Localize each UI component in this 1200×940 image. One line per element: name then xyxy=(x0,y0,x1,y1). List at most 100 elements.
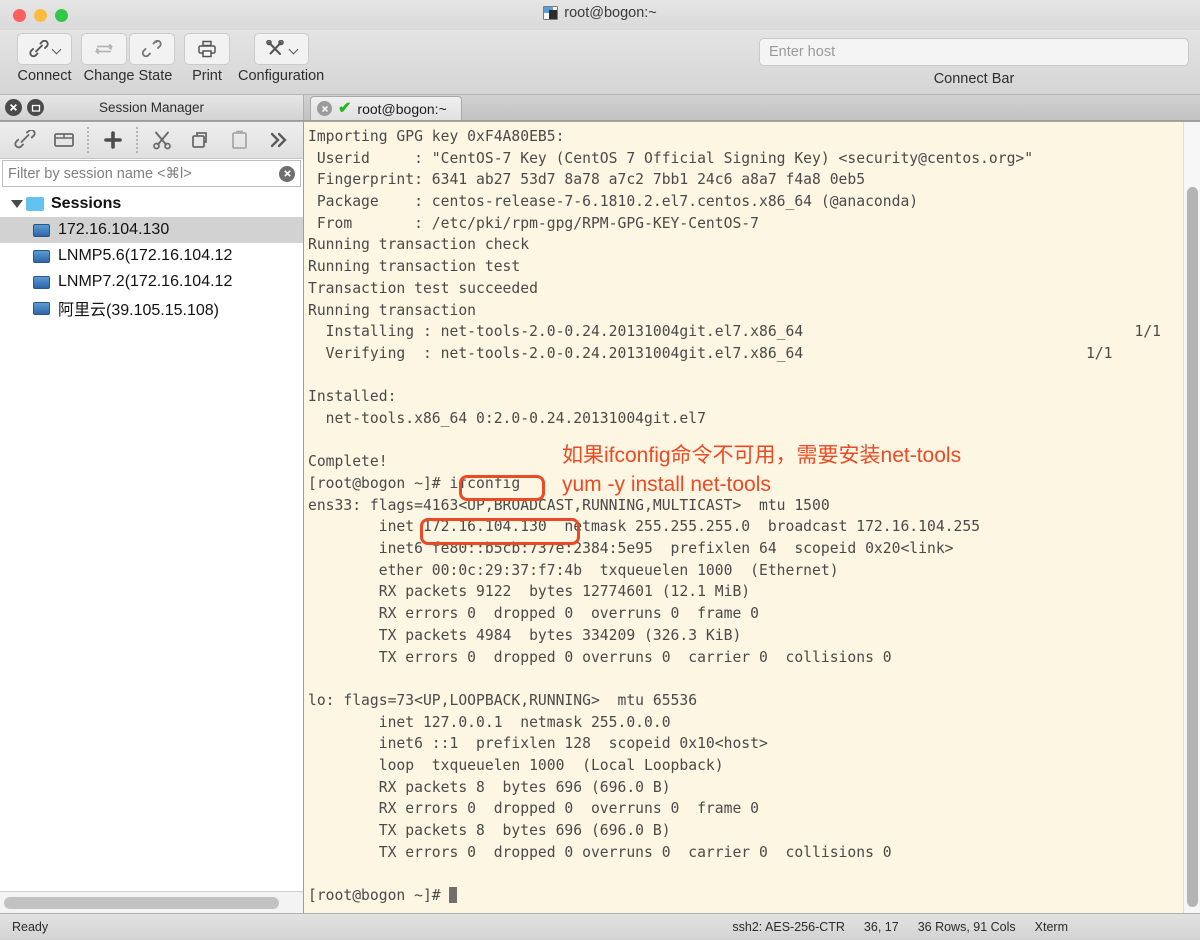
toolbar-connect[interactable]: Connect xyxy=(16,33,73,84)
toolbar-change-state-label: Change State xyxy=(84,68,173,84)
host-input[interactable] xyxy=(759,38,1189,66)
terminal-line xyxy=(308,365,1183,387)
chevron-down-icon[interactable] xyxy=(53,45,61,53)
session-tree: Sessions 172.16.104.130 LNMP5.6(172.16.1… xyxy=(0,189,303,891)
close-panel-icon[interactable] xyxy=(5,99,22,116)
terminal-line: TX packets 4984 bytes 334209 (326.3 KiB) xyxy=(308,625,1183,647)
scrollbar-thumb[interactable] xyxy=(4,897,279,909)
printer-icon xyxy=(196,40,218,58)
terminal-line: ens33: flags=4163<UP,BROADCAST,RUNNING,M… xyxy=(308,495,1183,517)
terminal-line: Installed: xyxy=(308,386,1183,408)
link-icon[interactable] xyxy=(6,125,43,155)
terminal-line: 1/1 Verifying : net-tools-2.0-0.24.20131… xyxy=(308,343,1183,365)
disconnect-button[interactable] xyxy=(129,33,175,65)
connect-button[interactable] xyxy=(17,33,72,65)
terminal-line: TX errors 0 dropped 0 overruns 0 carrier… xyxy=(308,842,1183,864)
tree-root-sessions[interactable]: Sessions xyxy=(0,191,303,217)
status-encryption: ssh2: AES-256-CTR xyxy=(732,920,845,934)
chevron-down-icon[interactable] xyxy=(8,200,26,208)
terminal-line: TX packets 8 bytes 696 (696.0 B) xyxy=(308,820,1183,842)
terminal-line: Importing GPG key 0xF4A80EB5: xyxy=(308,126,1183,148)
terminal-line: From : /etc/pki/rpm-gpg/RPM-GPG-KEY-Cent… xyxy=(308,213,1183,235)
terminal-cursor xyxy=(449,887,457,903)
sidebar-horizontal-scrollbar[interactable] xyxy=(0,891,303,913)
terminal-line-right: 1/1 xyxy=(1086,343,1135,365)
host-icon xyxy=(33,302,50,315)
sidebar-item-lnmp56[interactable]: LNMP5.6(172.16.104.12 xyxy=(0,243,303,269)
folder-icon xyxy=(26,197,44,211)
sidebar-item-172-16-104-130[interactable]: 172.16.104.130 xyxy=(0,217,303,243)
status-ready: Ready xyxy=(12,920,48,934)
terminal-line: Complete! xyxy=(308,451,1183,473)
check-icon: ✔ xyxy=(338,101,351,117)
session-manager-title: Session Manager xyxy=(0,100,303,115)
add-icon[interactable] xyxy=(94,125,131,155)
new-folder-icon[interactable] xyxy=(45,125,82,155)
close-icon[interactable] xyxy=(317,101,332,116)
host-icon xyxy=(33,276,50,289)
terminal-line: RX errors 0 dropped 0 overruns 0 frame 0 xyxy=(308,798,1183,820)
window-title-group: root@bogon:~ xyxy=(0,5,1200,21)
application-window: root@bogon:~ Connect xyxy=(0,0,1200,940)
toolbar-print[interactable]: Print xyxy=(183,33,231,84)
terminal-line: net-tools.x86_64 0:2.0-0.24.20131004git.… xyxy=(308,408,1183,430)
session-manager-panel: Sessions 172.16.104.130 LNMP5.6(172.16.1… xyxy=(0,122,304,913)
terminal-line: Transaction test succeeded xyxy=(308,278,1183,300)
cut-icon[interactable] xyxy=(143,125,180,155)
more-icon[interactable] xyxy=(260,125,297,155)
print-button[interactable] xyxy=(184,33,230,65)
terminal-line: Running transaction xyxy=(308,300,1183,322)
terminal-line: inet 127.0.0.1 netmask 255.0.0.0 xyxy=(308,712,1183,734)
tab-root-bogon[interactable]: ✔ root@bogon:~ xyxy=(310,96,462,120)
session-filter-row xyxy=(2,160,301,187)
session-toolbar xyxy=(0,122,303,159)
session-label: LNMP7.2(172.16.104.12 xyxy=(58,273,232,291)
toolbar-divider xyxy=(87,127,89,153)
terminal-line: Userid : "CentOS-7 Key (CentOS 7 Officia… xyxy=(308,148,1183,170)
terminal-vertical-scrollbar[interactable] xyxy=(1183,122,1200,913)
connect-bar: Connect Bar xyxy=(758,33,1190,87)
tab-label: root@bogon:~ xyxy=(357,101,446,117)
terminal-line xyxy=(308,668,1183,690)
title-bar: root@bogon:~ xyxy=(0,0,1200,30)
configuration-button[interactable] xyxy=(254,33,309,65)
session-label: LNMP5.6(172.16.104.12 xyxy=(58,247,232,265)
terminal-app-icon xyxy=(543,6,558,20)
terminal-line: [root@bogon ~]# ifconfig xyxy=(308,473,1183,495)
link-icon xyxy=(28,40,50,58)
broken-link-icon xyxy=(141,40,163,58)
toolbar-change-state[interactable]: Change State xyxy=(80,33,176,84)
scrollbar-thumb[interactable] xyxy=(1187,187,1198,907)
status-emulation: Xterm xyxy=(1035,920,1068,934)
terminal-line: loop txqueuelen 1000 (Local Loopback) xyxy=(308,755,1183,777)
terminal-line: Package : centos-release-7-6.1810.2.el7.… xyxy=(308,191,1183,213)
terminal-output[interactable]: Importing GPG key 0xF4A80EB5: Userid : "… xyxy=(304,122,1183,913)
terminal-line: Running transaction test xyxy=(308,256,1183,278)
session-filter-input[interactable] xyxy=(8,166,279,182)
sidebar-item-aliyun[interactable]: 阿里云(39.105.15.108) xyxy=(0,295,303,321)
detach-panel-icon[interactable] xyxy=(27,99,44,116)
chevron-down-icon[interactable] xyxy=(290,45,298,53)
terminal-line: lo: flags=73<UP,LOOPBACK,RUNNING> mtu 65… xyxy=(308,690,1183,712)
panel-header-strip: Session Manager ✔ root@bogon:~ xyxy=(0,94,1200,121)
terminal-line: Fingerprint: 6341 ab27 53d7 8a78 a7c2 7b… xyxy=(308,169,1183,191)
repeat-icon xyxy=(93,40,115,58)
tools-icon xyxy=(265,40,287,58)
terminal-line: ether 00:0c:29:37:f7:4b txqueuelen 1000 … xyxy=(308,560,1183,582)
terminal-line: inet6 ::1 prefixlen 128 scopeid 0x10<hos… xyxy=(308,733,1183,755)
paste-icon[interactable] xyxy=(221,125,258,155)
toolbar-connect-label: Connect xyxy=(17,68,71,84)
session-manager-header: Session Manager xyxy=(0,95,304,120)
toolbar-configuration[interactable]: Configuration xyxy=(238,33,324,84)
clear-icon[interactable] xyxy=(279,166,295,182)
sidebar-item-lnmp72[interactable]: LNMP7.2(172.16.104.12 xyxy=(0,269,303,295)
terminal-line: [root@bogon ~]# xyxy=(308,885,1183,907)
toolbar-print-label: Print xyxy=(192,68,222,84)
toolbar-configuration-label: Configuration xyxy=(238,68,324,84)
connect-bar-label: Connect Bar xyxy=(934,71,1015,87)
terminal-line: inet6 fe80::b5cb:737e:2384:5e95 prefixle… xyxy=(308,538,1183,560)
change-state-button[interactable] xyxy=(81,33,127,65)
host-icon xyxy=(33,250,50,263)
terminal-line: RX packets 8 bytes 696 (696.0 B) xyxy=(308,777,1183,799)
copy-icon[interactable] xyxy=(182,125,219,155)
